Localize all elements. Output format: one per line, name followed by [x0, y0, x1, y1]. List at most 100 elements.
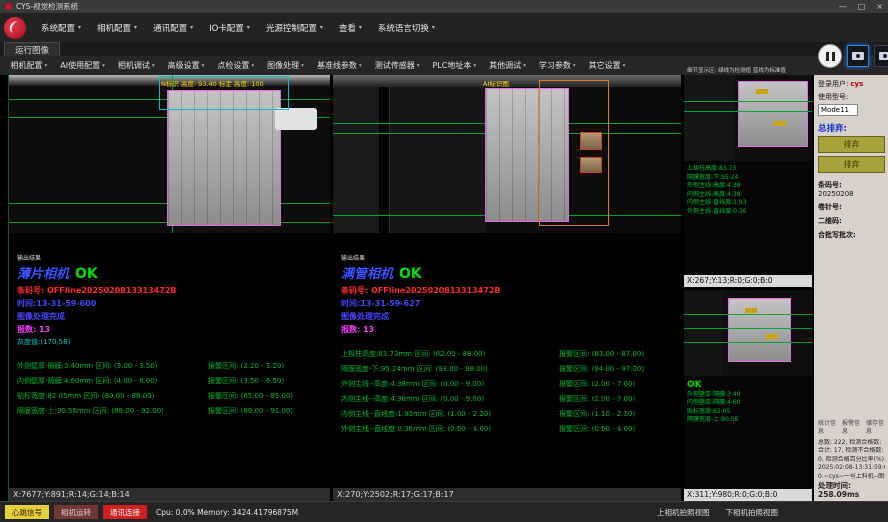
measurement-label: 外侧主线--高度:4.38mm 区间: (0.00 - 9.00) [341, 377, 559, 392]
measurement-row: 外侧主线--直线度:0.36mm 区间: (0.60 - 4.00) 报警区间:… [341, 422, 677, 437]
camera-view-2-button[interactable] [874, 45, 888, 67]
measurement-row: 隔膜宽度-下:95.24mm 区间: (93.00 - 98.00) 报警区间:… [341, 362, 677, 377]
tool-spot-check[interactable]: 点检设置 [211, 60, 261, 71]
stats-timestamp: 2025:02:08-13:31:59:65 [818, 464, 885, 473]
process-text: 图像处理完成 [341, 311, 677, 322]
needle-label: 卷针号: [818, 202, 885, 212]
stats-tab-storage[interactable]: 储存信息 [866, 420, 885, 437]
cpu-memory-readout: Cpu: 0.0% Memory: 3424.41796875M [156, 508, 298, 517]
camera-title: 薄片相机 [17, 263, 69, 282]
stats-block: 统计信息 报警信息 储存信息 总数: 222, 检测合格数: 合计: 17, 检… [818, 420, 885, 500]
menu-item-language-switch[interactable]: 系统语言切换 [370, 13, 443, 42]
inspection-object [738, 81, 808, 147]
measurement-row: 外侧主线--高度:4.38mm 区间: (0.00 - 9.00) 报警区间: … [341, 377, 677, 392]
camera-icon [879, 52, 888, 60]
comm-status-badge: 通讯连接 [103, 505, 147, 519]
tool-camera-config[interactable]: 相机配置 [4, 60, 54, 71]
machinery-band [333, 87, 379, 233]
camera-status-badge: 相机运转 [54, 505, 98, 519]
machinery-band [684, 75, 735, 161]
height-overlay-text: N标识 高度: 93.40 标定 高度: 100 [161, 78, 264, 88]
measurement-warn: 报警区间: (3.50 - 6.50) [208, 374, 326, 389]
tool-advanced-settings[interactable]: 高级设置 [161, 60, 211, 71]
preview-line: 外侧主线-直线度:0.36 [687, 208, 809, 217]
menu-item-light-config[interactable]: 光源控制配置 [258, 13, 331, 42]
preview-top: 上极柱高度:83.73 隔膜宽度-下:95.24 外侧主线-高度:4.38 内侧… [684, 75, 812, 287]
tool-other-debug[interactable]: 其他调试 [483, 60, 533, 71]
camera-view-1-button[interactable] [847, 45, 869, 67]
measurement-table: 外侧壁厚-隔膜:3.40mm 区间: (3.00 - 3.50) 报警区间: (… [17, 359, 326, 419]
info-panel: 登录用户: cys 使用型号: Mode11 总排弃: 排弃 排弃 条码号: 2… [814, 75, 888, 501]
menu-item-camera-config[interactable]: 相机配置 [89, 13, 145, 42]
app-icon [5, 3, 12, 10]
stats-line: 0, 检测合格百分比率(%): [818, 456, 885, 465]
menu-item-system-config[interactable]: 系统配置 [33, 13, 89, 42]
preview-top-results: 上极柱高度:83.73 隔膜宽度-下:95.24 外侧主线-高度:4.38 内侧… [684, 161, 812, 275]
overlay-line [684, 314, 812, 315]
preview-top-image[interactable] [684, 75, 812, 161]
process-time-value: 处理时间: 258.09ms [818, 482, 885, 499]
measurement-label: 隔膜宽度-上:90.56mm 区间: (88.00 - 92.00) [17, 404, 208, 419]
menu-item-io-config[interactable]: IO卡配置 [201, 13, 258, 42]
menu-item-comm-config[interactable]: 通讯配置 [145, 13, 201, 42]
tool-misc-settings[interactable]: 其它设置 [582, 60, 632, 71]
preview-line: 内侧主线-高度:4.38 [687, 191, 809, 200]
stats-tab-statistics[interactable]: 统计信息 [818, 420, 837, 437]
measurement-warn: 报警区间: (2.20 - 3.20) [208, 359, 326, 374]
model-input[interactable]: Mode11 [818, 104, 858, 116]
right-result-block: 输出结果 满管相机 OK 条码号: OFFline202502081331347… [333, 233, 681, 488]
barcode-text: 条码号: OFFline2025020813313472B [341, 285, 677, 296]
measurement-label: 上极柱高度:83.73mm 区间: (82.00 - 88.00) [341, 347, 559, 362]
preview-line: 内侧壁厚-隔膜:4.60 [687, 399, 809, 408]
tool-image-process[interactable]: 图像处理 [261, 60, 311, 71]
measurement-warn: 报警区间: (94.00 - 97.00) [559, 362, 677, 377]
ai-overlay-text: AI标识图 [483, 78, 509, 88]
measurement-warn: 报警区间: (83.00 - 87.00) [559, 347, 677, 362]
count-text: 报数: 13 [341, 324, 677, 335]
minimize-button[interactable]: — [839, 0, 847, 13]
tool-plc-address[interactable]: PLC地址本 [426, 60, 483, 71]
time-text: 时间:13-31-59-600 [17, 298, 326, 309]
tool-learning-params[interactable]: 学习参数 [532, 60, 582, 71]
measurement-label: 隔膜宽度-下:95.24mm 区间: (93.00 - 98.00) [341, 362, 559, 377]
login-user-value: cys [850, 80, 863, 88]
defect-box [580, 132, 602, 150]
measurement-warn: 报警区间: (1.10 - 2.10) [559, 407, 677, 422]
process-text: 图像处理完成 [17, 311, 326, 322]
main-area: N标识 高度: 93.40 标定 高度: 100 输出结果 薄片相机 OK 条码… [0, 75, 888, 501]
measurement-warn: 报警区间: (0.60 - 4.00) [559, 422, 677, 437]
machinery-band [684, 290, 722, 376]
tool-camera-debug[interactable]: 相机调试 [111, 60, 161, 71]
machinery-band [389, 87, 486, 233]
gray-info-text: 灰度值:(170,58) [17, 337, 326, 347]
stats-tab-alarm[interactable]: 报警信息 [842, 420, 861, 437]
preview-legend: 细节显示区: 绿线为检测值 蓝线为标准值 [687, 66, 813, 74]
left-camera-panel: N标识 高度: 93.40 标定 高度: 100 输出结果 薄片相机 OK 条码… [8, 75, 330, 501]
top-camera-view-button[interactable]: 上相机拍照视图 [657, 507, 710, 518]
overlay-line [684, 342, 812, 343]
tab-run-image[interactable]: 运行图像 [4, 42, 60, 56]
measurement-warn: 报警区间: (2.00 - 7.00) [559, 392, 677, 407]
measurement-label: 内侧主线--高度:4.38mm 区间: (0.00 - 9.00) [341, 392, 559, 407]
inspection-object [728, 298, 791, 362]
pause-button[interactable] [818, 44, 842, 68]
right-camera-image[interactable]: AI标识图 [333, 75, 681, 233]
bottom-camera-view-button[interactable]: 下相机拍照视图 [726, 507, 779, 518]
tool-baseline-params[interactable]: 基准线参数 [310, 60, 368, 71]
camera-control-cluster [818, 44, 888, 68]
preview-bottom-image[interactable] [684, 290, 812, 376]
tool-sensor-test[interactable]: 测试传感器 [368, 60, 426, 71]
maximize-button[interactable]: □ [858, 0, 866, 13]
connector-part [275, 108, 317, 130]
reject-button-1[interactable]: 排弃 [818, 136, 885, 153]
close-button[interactable]: × [876, 0, 883, 13]
count-text: 报数: 13 [17, 324, 326, 335]
app-logo-icon [4, 17, 26, 39]
measurement-label: 内侧主线--直线度:1.93mm 区间: (1.00 - 2.20) [341, 407, 559, 422]
reject-button-2[interactable]: 排弃 [818, 156, 885, 173]
tool-ai-config[interactable]: AI使用配置 [54, 60, 112, 71]
menu-item-view[interactable]: 查看 [331, 13, 370, 42]
left-camera-image[interactable]: N标识 高度: 93.40 标定 高度: 100 [9, 75, 330, 233]
stats-line: 总数: 222, 检测合格数: [818, 439, 885, 448]
menu-bar: 系统配置 相机配置 通讯配置 IO卡配置 光源控制配置 查看 系统语言切换 [0, 13, 888, 42]
